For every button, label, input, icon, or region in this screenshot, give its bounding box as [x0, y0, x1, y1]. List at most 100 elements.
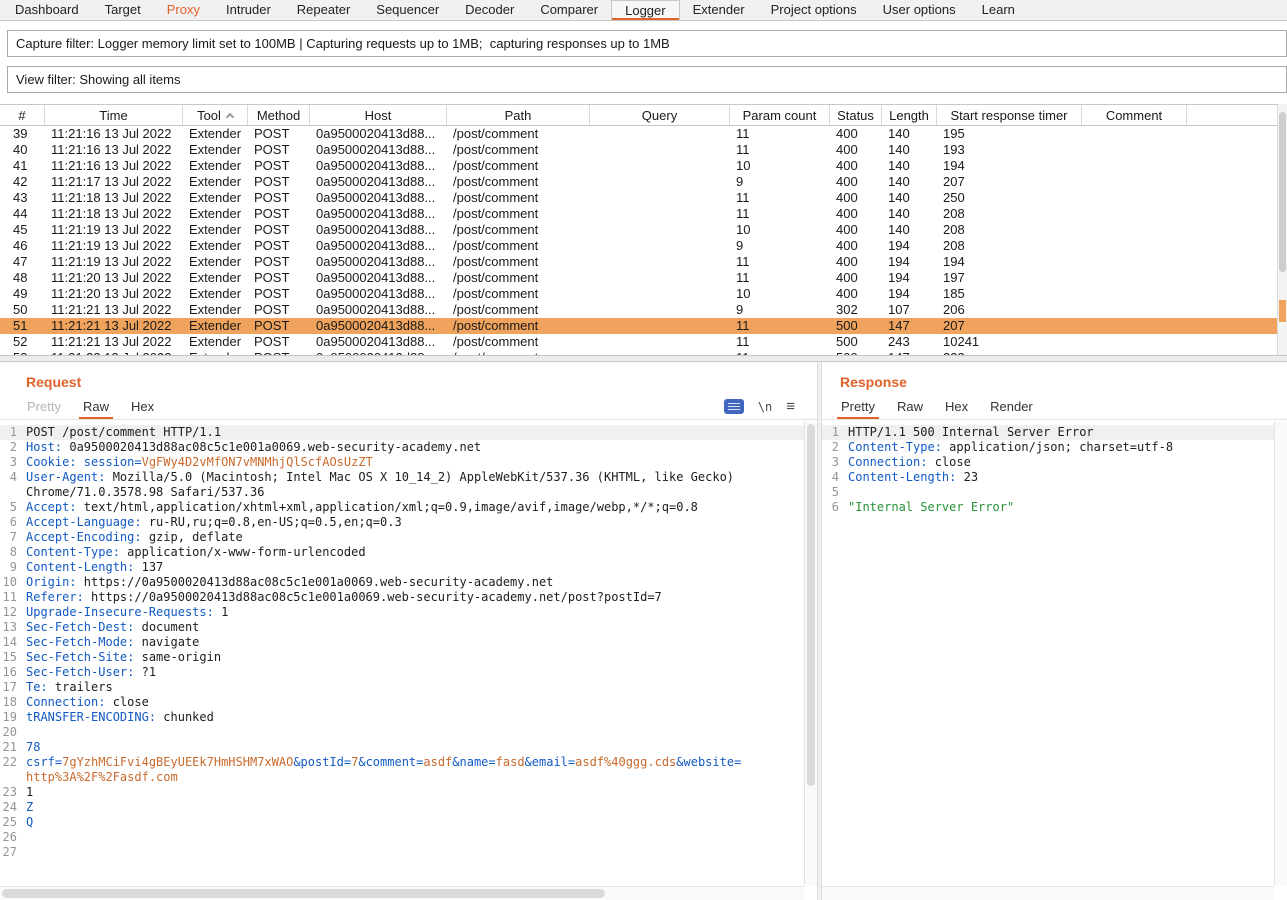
- column-header-start-response-timer[interactable]: Start response timer: [937, 105, 1082, 125]
- line-number: 27: [0, 845, 26, 860]
- log-row-39[interactable]: 3911:21:16 13 Jul 2022ExtenderPOST0a9500…: [0, 126, 1277, 142]
- menu-tab-comparer[interactable]: Comparer: [527, 0, 611, 20]
- editor-menu-icon[interactable]: ≡: [786, 399, 795, 414]
- editor-line-7[interactable]: 7Accept-Encoding: gzip, deflate: [0, 530, 804, 545]
- editor-line-16[interactable]: 16Sec-Fetch-User: ?1: [0, 665, 804, 680]
- editor-line-2[interactable]: 2Content-Type: application/json; charset…: [822, 440, 1274, 455]
- column-header-param-count[interactable]: Param count: [730, 105, 830, 125]
- line-number: 13: [0, 620, 26, 635]
- editor-line-21[interactable]: 2178: [0, 740, 804, 755]
- editor-line-2[interactable]: 2Host: 0a9500020413d88ac08c5c1e001a0069.…: [0, 440, 804, 455]
- editor-line-22[interactable]: 22csrf=7gYzhMCiFvi4gBEyUEEk7HmHSHM7xWAO&…: [0, 755, 804, 785]
- editor-line-1[interactable]: 1HTTP/1.1 500 Internal Server Error: [822, 425, 1274, 440]
- cell-blank: 52: [0, 334, 45, 350]
- log-row-42[interactable]: 4211:21:17 13 Jul 2022ExtenderPOST0a9500…: [0, 174, 1277, 190]
- column-header-time[interactable]: Time: [45, 105, 183, 125]
- scrollbar-thumb[interactable]: [807, 424, 815, 786]
- horizontal-split-handle[interactable]: [0, 355, 1287, 362]
- log-row-50[interactable]: 5011:21:21 13 Jul 2022ExtenderPOST0a9500…: [0, 302, 1277, 318]
- editor-line-19[interactable]: 19tRANSFER-ENCODING: chunked: [0, 710, 804, 725]
- menu-tab-dashboard[interactable]: Dashboard: [2, 0, 92, 20]
- log-row-47[interactable]: 4711:21:19 13 Jul 2022ExtenderPOST0a9500…: [0, 254, 1277, 270]
- line-number: 6: [0, 515, 26, 530]
- editor-line-24[interactable]: 24Z: [0, 800, 804, 815]
- editor-line-12[interactable]: 12Upgrade-Insecure-Requests: 1: [0, 605, 804, 620]
- scrollbar-thumb[interactable]: [2, 889, 605, 898]
- editor-line-13[interactable]: 13Sec-Fetch-Dest: document: [0, 620, 804, 635]
- editor-line-8[interactable]: 8Content-Type: application/x-www-form-ur…: [0, 545, 804, 560]
- nonprinting-chars-icon[interactable]: \n: [758, 400, 772, 414]
- menu-tab-repeater[interactable]: Repeater: [284, 0, 363, 20]
- editor-line-4[interactable]: 4Content-Length: 23: [822, 470, 1274, 485]
- log-row-46[interactable]: 4611:21:19 13 Jul 2022ExtenderPOST0a9500…: [0, 238, 1277, 254]
- column-header-host[interactable]: Host: [310, 105, 447, 125]
- column-header-query[interactable]: Query: [590, 105, 730, 125]
- request-editor-vscrollbar[interactable]: [804, 422, 817, 886]
- editor-line-25[interactable]: 25Q: [0, 815, 804, 830]
- menu-tab-user-options[interactable]: User options: [870, 0, 969, 20]
- menu-tab-extender[interactable]: Extender: [680, 0, 758, 20]
- editor-line-5[interactable]: 5Accept: text/html,application/xhtml+xml…: [0, 500, 804, 515]
- log-row-41[interactable]: 4111:21:16 13 Jul 2022ExtenderPOST0a9500…: [0, 158, 1277, 174]
- editor-line-26[interactable]: 26: [0, 830, 804, 845]
- response-editor-hscrollbar[interactable]: [822, 886, 1274, 900]
- menu-tab-proxy[interactable]: Proxy: [154, 0, 213, 20]
- view-filter-bar[interactable]: View filter: Showing all items: [7, 66, 1287, 93]
- menu-tab-decoder[interactable]: Decoder: [452, 0, 527, 20]
- request-editor-hscrollbar[interactable]: [0, 886, 804, 900]
- request-editor[interactable]: 1POST /post/comment HTTP/1.12Host: 0a950…: [0, 422, 804, 886]
- menu-tab-logger[interactable]: Logger: [611, 0, 679, 20]
- editor-line-11[interactable]: 11Referer: https://0a9500020413d88ac08c5…: [0, 590, 804, 605]
- log-row-40[interactable]: 4011:21:16 13 Jul 2022ExtenderPOST0a9500…: [0, 142, 1277, 158]
- editor-line-1[interactable]: 1POST /post/comment HTTP/1.1: [0, 425, 804, 440]
- log-row-44[interactable]: 4411:21:18 13 Jul 2022ExtenderPOST0a9500…: [0, 206, 1277, 222]
- editor-line-6[interactable]: 6"Internal Server Error": [822, 500, 1274, 515]
- column-header-comment[interactable]: Comment: [1082, 105, 1187, 125]
- editor-line-4[interactable]: 4User-Agent: Mozilla/5.0 (Macintosh; Int…: [0, 470, 804, 500]
- log-row-49[interactable]: 4911:21:20 13 Jul 2022ExtenderPOST0a9500…: [0, 286, 1277, 302]
- column-header-tool[interactable]: Tool: [183, 105, 248, 125]
- editor-line-23[interactable]: 231: [0, 785, 804, 800]
- editor-line-27[interactable]: 27: [0, 845, 804, 860]
- editor-line-15[interactable]: 15Sec-Fetch-Site: same-origin: [0, 650, 804, 665]
- scrollbar-thumb[interactable]: [1279, 112, 1286, 272]
- editor-line-17[interactable]: 17Te: trailers: [0, 680, 804, 695]
- capture-filter-bar[interactable]: Capture filter: Logger memory limit set …: [7, 30, 1287, 57]
- syntax-colors-icon[interactable]: [724, 399, 744, 414]
- table-vertical-scrollbar[interactable]: [1277, 104, 1287, 355]
- column-header-blank[interactable]: #: [0, 105, 45, 125]
- line-number: 12: [0, 605, 26, 620]
- column-header-method[interactable]: Method: [248, 105, 310, 125]
- editor-line-6[interactable]: 6Accept-Language: ru-RU,ru;q=0.8,en-US;q…: [0, 515, 804, 530]
- editor-line-9[interactable]: 9Content-Length: 137: [0, 560, 804, 575]
- response-editor[interactable]: 1HTTP/1.1 500 Internal Server Error2Cont…: [822, 422, 1274, 886]
- request-tab-raw[interactable]: Raw: [72, 394, 120, 419]
- menu-tab-intruder[interactable]: Intruder: [213, 0, 284, 20]
- menu-tab-learn[interactable]: Learn: [969, 0, 1028, 20]
- column-header-path[interactable]: Path: [447, 105, 590, 125]
- editor-line-5[interactable]: 5: [822, 485, 1274, 500]
- request-tab-hex[interactable]: Hex: [120, 394, 165, 419]
- log-row-45[interactable]: 4511:21:19 13 Jul 2022ExtenderPOST0a9500…: [0, 222, 1277, 238]
- response-tab-raw[interactable]: Raw: [886, 394, 934, 419]
- editor-line-18[interactable]: 18Connection: close: [0, 695, 804, 710]
- editor-line-3[interactable]: 3Cookie: session=VgFWy4D2vMfON7vMNMhjQlS…: [0, 455, 804, 470]
- menu-tab-project-options[interactable]: Project options: [758, 0, 870, 20]
- column-header-length[interactable]: Length: [882, 105, 937, 125]
- editor-line-14[interactable]: 14Sec-Fetch-Mode: navigate: [0, 635, 804, 650]
- editor-line-3[interactable]: 3Connection: close: [822, 455, 1274, 470]
- menu-tab-target[interactable]: Target: [92, 0, 154, 20]
- column-header-status[interactable]: Status: [830, 105, 882, 125]
- response-tab-pretty[interactable]: Pretty: [830, 394, 886, 419]
- editor-line-10[interactable]: 10Origin: https://0a9500020413d88ac08c5c…: [0, 575, 804, 590]
- response-tab-hex[interactable]: Hex: [934, 394, 979, 419]
- response-editor-vscrollbar[interactable]: [1274, 422, 1287, 886]
- log-row-43[interactable]: 4311:21:18 13 Jul 2022ExtenderPOST0a9500…: [0, 190, 1277, 206]
- request-tab-pretty[interactable]: Pretty: [16, 394, 72, 419]
- log-row-52[interactable]: 5211:21:21 13 Jul 2022ExtenderPOST0a9500…: [0, 334, 1277, 350]
- log-row-48[interactable]: 4811:21:20 13 Jul 2022ExtenderPOST0a9500…: [0, 270, 1277, 286]
- menu-tab-sequencer[interactable]: Sequencer: [363, 0, 452, 20]
- response-tab-render[interactable]: Render: [979, 394, 1044, 419]
- log-row-51[interactable]: 5111:21:21 13 Jul 2022ExtenderPOST0a9500…: [0, 318, 1277, 334]
- editor-line-20[interactable]: 20: [0, 725, 804, 740]
